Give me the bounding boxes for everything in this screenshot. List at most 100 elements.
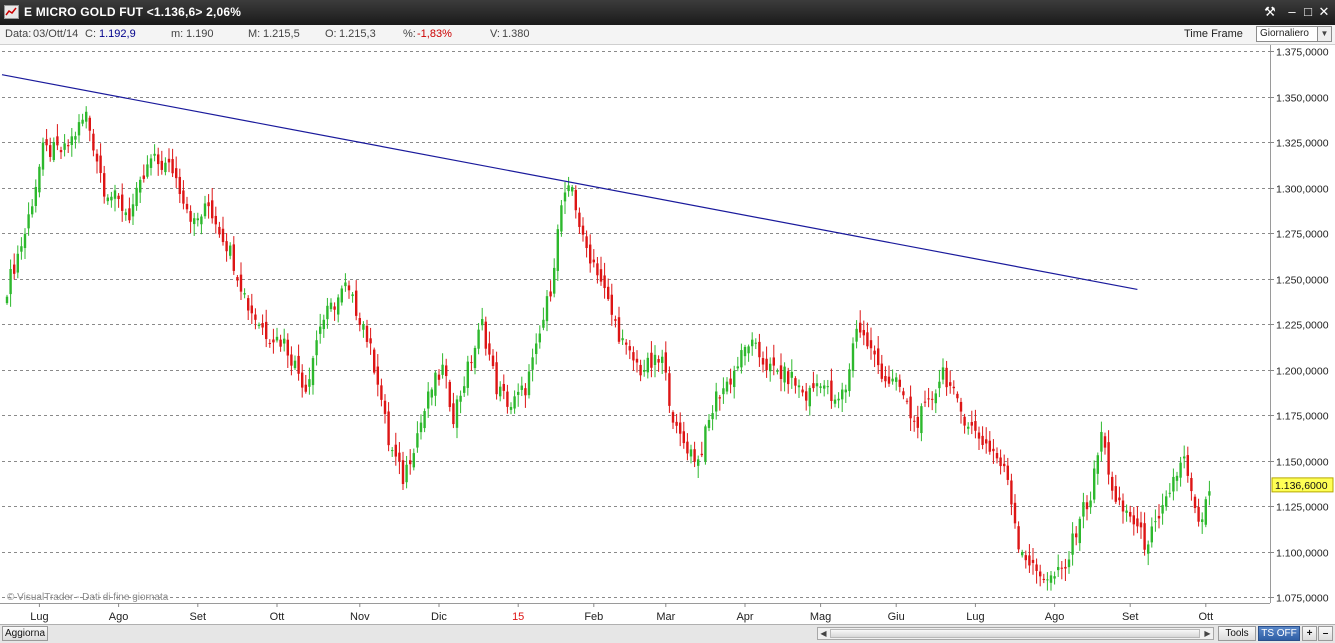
candle-body xyxy=(1147,544,1150,554)
x-tick-label: Giu xyxy=(888,611,905,623)
candle-body xyxy=(938,381,941,389)
candle-body xyxy=(718,397,721,399)
candlestick-chart[interactable]: 1.375,0000 1.350,0000 1.325,0000 1.300,0000… xyxy=(0,45,1335,625)
candle-body xyxy=(675,421,678,426)
price-chart[interactable]: 1.375,0000 1.350,0000 1.325,0000 1.300,0000… xyxy=(0,45,1335,625)
candle-body xyxy=(1042,578,1045,580)
candle-body xyxy=(571,187,574,192)
candle-body xyxy=(495,362,498,395)
candle-body xyxy=(88,117,91,131)
candle-body xyxy=(977,432,981,439)
candle-body xyxy=(488,343,491,355)
candle-body xyxy=(1197,506,1200,522)
candle-body xyxy=(49,145,52,157)
candle-body xyxy=(1017,526,1020,550)
candle-body xyxy=(13,264,16,274)
candle-body xyxy=(1075,533,1078,538)
candle-body xyxy=(725,381,729,392)
candle-body xyxy=(142,175,145,179)
candle-body xyxy=(229,245,232,256)
timeframe-select[interactable]: Giornaliero ▼ xyxy=(1256,26,1332,42)
candle-body xyxy=(1111,476,1114,491)
candle-body xyxy=(1060,567,1063,569)
y-tick-label: 1.250,0000 xyxy=(1276,275,1329,287)
candle-body xyxy=(473,347,477,369)
zoom-in-button[interactable]: + xyxy=(1302,626,1317,641)
candle-body xyxy=(567,185,570,192)
refresh-button[interactable]: Aggiorna xyxy=(2,626,48,641)
close-button[interactable]: ✕ xyxy=(1316,4,1332,20)
candle-body xyxy=(790,371,793,378)
candle-body xyxy=(873,350,876,355)
candle-body xyxy=(905,400,909,402)
candle-body xyxy=(563,192,567,202)
candle-body xyxy=(401,460,405,485)
candle-body xyxy=(1093,468,1096,500)
candle-body xyxy=(340,288,343,303)
candle-body xyxy=(52,142,55,161)
x-tick-label: Ago xyxy=(109,611,129,623)
candle-body xyxy=(250,305,253,314)
candle-body xyxy=(887,376,891,384)
candle-body xyxy=(970,422,973,426)
candle-body xyxy=(513,396,516,409)
candle-body xyxy=(707,419,711,428)
candle-body xyxy=(1114,486,1117,502)
chevron-down-icon[interactable]: ▼ xyxy=(1317,27,1331,41)
candle-body xyxy=(319,326,322,334)
candle-body xyxy=(671,412,675,423)
candle-body xyxy=(466,361,469,388)
candle-body xyxy=(614,319,617,321)
candle-body xyxy=(110,196,113,201)
x-tick-label: Lug xyxy=(30,611,48,623)
candle-body xyxy=(243,293,246,295)
candle-body xyxy=(931,398,934,400)
maximize-button[interactable]: □ xyxy=(1300,4,1316,20)
window-title: E MICRO GOLD FUT <1.136,6> 2,06% xyxy=(24,5,242,19)
zoom-out-button[interactable]: – xyxy=(1318,626,1333,641)
candle-body xyxy=(441,364,444,375)
candle-body xyxy=(1046,579,1049,581)
x-tick-label: Mag xyxy=(810,611,831,623)
candle-body xyxy=(1089,500,1092,508)
candle-body xyxy=(200,216,203,225)
candle-body xyxy=(1071,533,1074,555)
tools-button[interactable]: Tools xyxy=(1218,626,1256,641)
candle-body xyxy=(1028,555,1031,566)
candle-body xyxy=(117,195,120,200)
candle-body xyxy=(992,448,995,452)
candle-body xyxy=(574,190,577,211)
candle-body xyxy=(247,298,250,311)
candle-body xyxy=(941,367,945,380)
chart-scrollbar[interactable]: ◀ ▶ xyxy=(817,627,1214,640)
candle-body xyxy=(1078,518,1081,544)
candle-body xyxy=(121,194,124,211)
candle-body xyxy=(283,338,286,344)
candle-body xyxy=(419,422,423,433)
y-tick-label: 1.325,0000 xyxy=(1276,138,1329,150)
candle-body xyxy=(463,386,466,393)
candle-body xyxy=(1053,576,1056,579)
quote-info-bar: Data: 03/Ott/14 C: 1.192,9 m: 1.190 M: 1… xyxy=(0,25,1335,45)
x-tick-label: Feb xyxy=(584,611,603,623)
candle-body xyxy=(1204,499,1207,525)
date-label: Data: xyxy=(5,28,32,40)
scroll-left-icon[interactable]: ◀ xyxy=(818,628,829,639)
x-tick-label: Lug xyxy=(966,611,984,623)
candle-body xyxy=(639,364,642,376)
candle-body xyxy=(815,383,819,387)
scrollbar-thumb[interactable] xyxy=(830,629,1200,638)
minimize-button[interactable]: – xyxy=(1284,4,1300,20)
candle-body xyxy=(560,205,563,232)
candle-body xyxy=(988,440,991,452)
candle-body xyxy=(265,321,268,340)
candle-body xyxy=(711,413,714,420)
candle-body xyxy=(542,319,545,328)
ts-off-button[interactable]: TS OFF xyxy=(1258,626,1300,641)
candle-body xyxy=(128,208,131,221)
scroll-right-icon[interactable]: ▶ xyxy=(1202,628,1213,639)
candle-body xyxy=(326,305,329,320)
candle-body xyxy=(1085,502,1089,510)
tools-icon[interactable]: ⚒ xyxy=(1262,4,1278,20)
candle-body xyxy=(369,338,372,344)
